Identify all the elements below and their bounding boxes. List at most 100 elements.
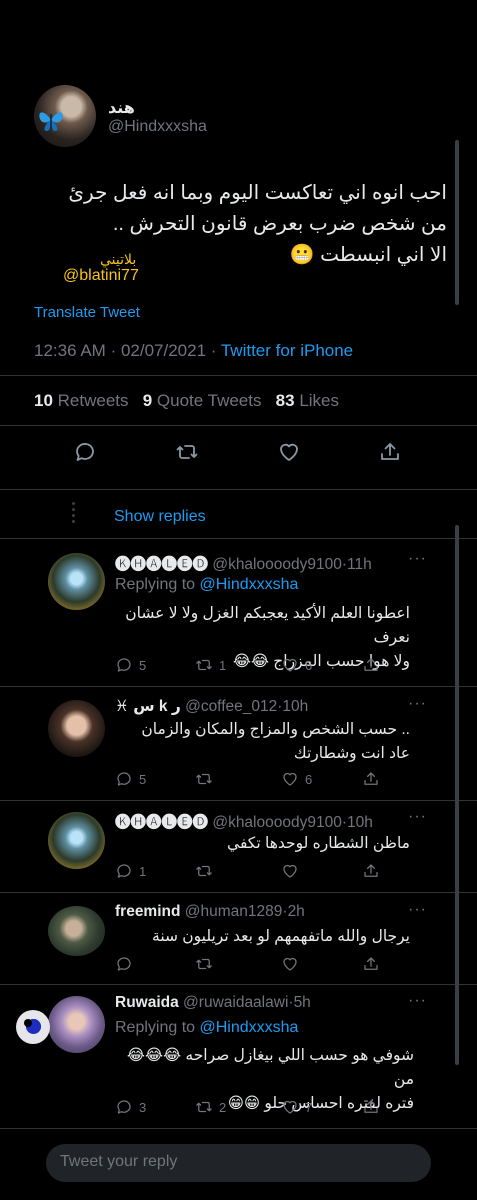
scrollbar[interactable]: [455, 140, 459, 305]
reply-button[interactable]: 3: [115, 1098, 146, 1116]
avatar[interactable]: [48, 906, 105, 956]
replying-handle[interactable]: @Hindxxxsha: [200, 1019, 299, 1036]
retweet-count: 2: [219, 1099, 227, 1115]
translate-tweet-link[interactable]: Translate Tweet: [34, 304, 140, 321]
share-button[interactable]: [362, 955, 380, 973]
more-options-icon[interactable]: ···: [408, 992, 427, 1010]
reply-time[interactable]: 10h: [347, 814, 373, 831]
share-button[interactable]: [378, 440, 402, 464]
replying-to: Replying to @Hindxxxsha: [115, 576, 298, 594]
more-options-icon[interactable]: ···: [408, 695, 427, 713]
divider: [0, 375, 477, 376]
quotes-stat[interactable]: 9 Quote Tweets: [143, 391, 262, 410]
reply-header: ♓ س k ر @coffee_012·10h: [115, 697, 308, 716]
avatar[interactable]: [48, 812, 105, 869]
reply-actions: 5 1 6: [115, 656, 385, 676]
author-handle[interactable]: @Hindxxxsha: [108, 118, 207, 136]
avatar[interactable]: [48, 553, 105, 610]
more-options-icon[interactable]: ···: [408, 901, 427, 919]
tweet-date[interactable]: 02/07/2021: [121, 341, 206, 360]
share-button[interactable]: [362, 1098, 380, 1116]
tweet-text-line: من شخص ضرب بعرض قانون التحرش ..: [112, 213, 447, 235]
reply-name[interactable]: 🅚🅗🅐🅛🅔🅓: [115, 556, 208, 573]
scrollbar[interactable]: [455, 525, 459, 1065]
like-button[interactable]: [277, 440, 301, 464]
eye-icon: [16, 1010, 50, 1044]
divider: [0, 425, 477, 426]
quotes-label: Quote Tweets: [156, 391, 262, 410]
heart-icon: [283, 658, 297, 672]
reply-text: ماظن الشطاره لوحدها تكفي: [110, 832, 410, 856]
share-icon: [364, 864, 378, 877]
retweet-button[interactable]: 2: [195, 1098, 226, 1116]
retweet-button[interactable]: [175, 440, 199, 464]
quotes-count: 9: [142, 391, 153, 410]
tweet-time[interactable]: 12:36 AM: [34, 341, 106, 360]
retweet-button[interactable]: 1: [195, 656, 226, 674]
like-button[interactable]: 6: [281, 656, 312, 674]
share-icon: [381, 443, 399, 460]
reply-text-line: عاد انت وشطارتك: [293, 745, 410, 762]
reply-time[interactable]: 2h: [288, 903, 305, 920]
reply-button[interactable]: 5: [115, 656, 146, 674]
like-button[interactable]: 7: [281, 1098, 312, 1116]
like-button[interactable]: 6: [281, 770, 312, 788]
likes-stat[interactable]: 83 Likes: [276, 391, 339, 410]
reply-button[interactable]: 1: [115, 862, 146, 880]
reply-icon: [117, 772, 131, 786]
reply-actions: [115, 955, 385, 975]
divider: [0, 686, 477, 687]
author-name[interactable]: هند: [108, 98, 135, 118]
reply-handle[interactable]: @coffee_012: [185, 698, 277, 715]
heart-icon: [283, 864, 297, 878]
reply-text-line: .. حسب الشخص والمزاج والمكان والزمان: [141, 721, 410, 738]
tweet-source[interactable]: Twitter for iPhone: [221, 341, 353, 360]
reply-handle[interactable]: @khaloooody9100: [212, 814, 342, 831]
share-button[interactable]: [362, 656, 380, 674]
reply-button[interactable]: [73, 440, 97, 464]
show-replies-link[interactable]: Show replies: [114, 508, 206, 526]
reply-composer-placeholder[interactable]: Tweet your reply: [60, 1153, 177, 1171]
reply-button[interactable]: [115, 955, 139, 973]
like-button[interactable]: [281, 955, 305, 973]
reply-handle[interactable]: @ruwaidaalawi: [183, 994, 288, 1011]
reply-count: 5: [139, 657, 147, 673]
reply-button[interactable]: 5: [115, 770, 146, 788]
reply-handle[interactable]: @human1289: [185, 903, 283, 920]
retweets-stat[interactable]: 10 Retweets: [34, 391, 129, 410]
reply-text-line: اعطونا العلم الأكيد يعجبكم الغزل ولا لا …: [125, 605, 410, 646]
reply-time[interactable]: 5h: [294, 994, 311, 1011]
retweet-icon: [196, 865, 212, 877]
more-options-icon[interactable]: ···: [408, 808, 427, 826]
retweet-button[interactable]: [195, 770, 219, 788]
reply-icon: [117, 957, 131, 971]
retweet-count: 1: [219, 657, 227, 673]
likes-count: 83: [275, 391, 295, 410]
reply-time[interactable]: 10h: [282, 698, 308, 715]
reply-icon: [76, 443, 94, 461]
more-options-icon[interactable]: ···: [408, 550, 427, 568]
reply-text-line: ماظن الشطاره لوحدها تكفي: [227, 835, 410, 852]
divider: [0, 800, 477, 801]
reply-name[interactable]: freemind: [115, 903, 180, 920]
like-count: 7: [305, 1099, 313, 1115]
watermark-arabic: بلاتيني: [100, 252, 137, 268]
divider: [0, 489, 477, 490]
reply-time[interactable]: 11h: [347, 556, 372, 573]
retweet-button[interactable]: [195, 862, 219, 880]
like-button[interactable]: [281, 862, 305, 880]
reply-name[interactable]: Ruwaida: [115, 994, 179, 1011]
avatar[interactable]: [48, 996, 105, 1053]
retweet-button[interactable]: [195, 955, 219, 973]
eye-pupil: [24, 1019, 32, 1027]
retweets-label: Retweets: [57, 391, 129, 410]
reply-icon: [117, 1100, 131, 1114]
avatar[interactable]: [48, 700, 105, 757]
divider: [0, 1128, 477, 1129]
reply-name[interactable]: 🅚🅗🅐🅛🅔🅓: [115, 814, 208, 831]
replying-handle[interactable]: @Hindxxxsha: [200, 576, 299, 593]
reply-handle[interactable]: @khaloooody9100: [212, 556, 342, 573]
reply-name[interactable]: ♓ س k ر: [115, 698, 181, 715]
share-button[interactable]: [362, 862, 380, 880]
share-button[interactable]: [362, 770, 380, 788]
